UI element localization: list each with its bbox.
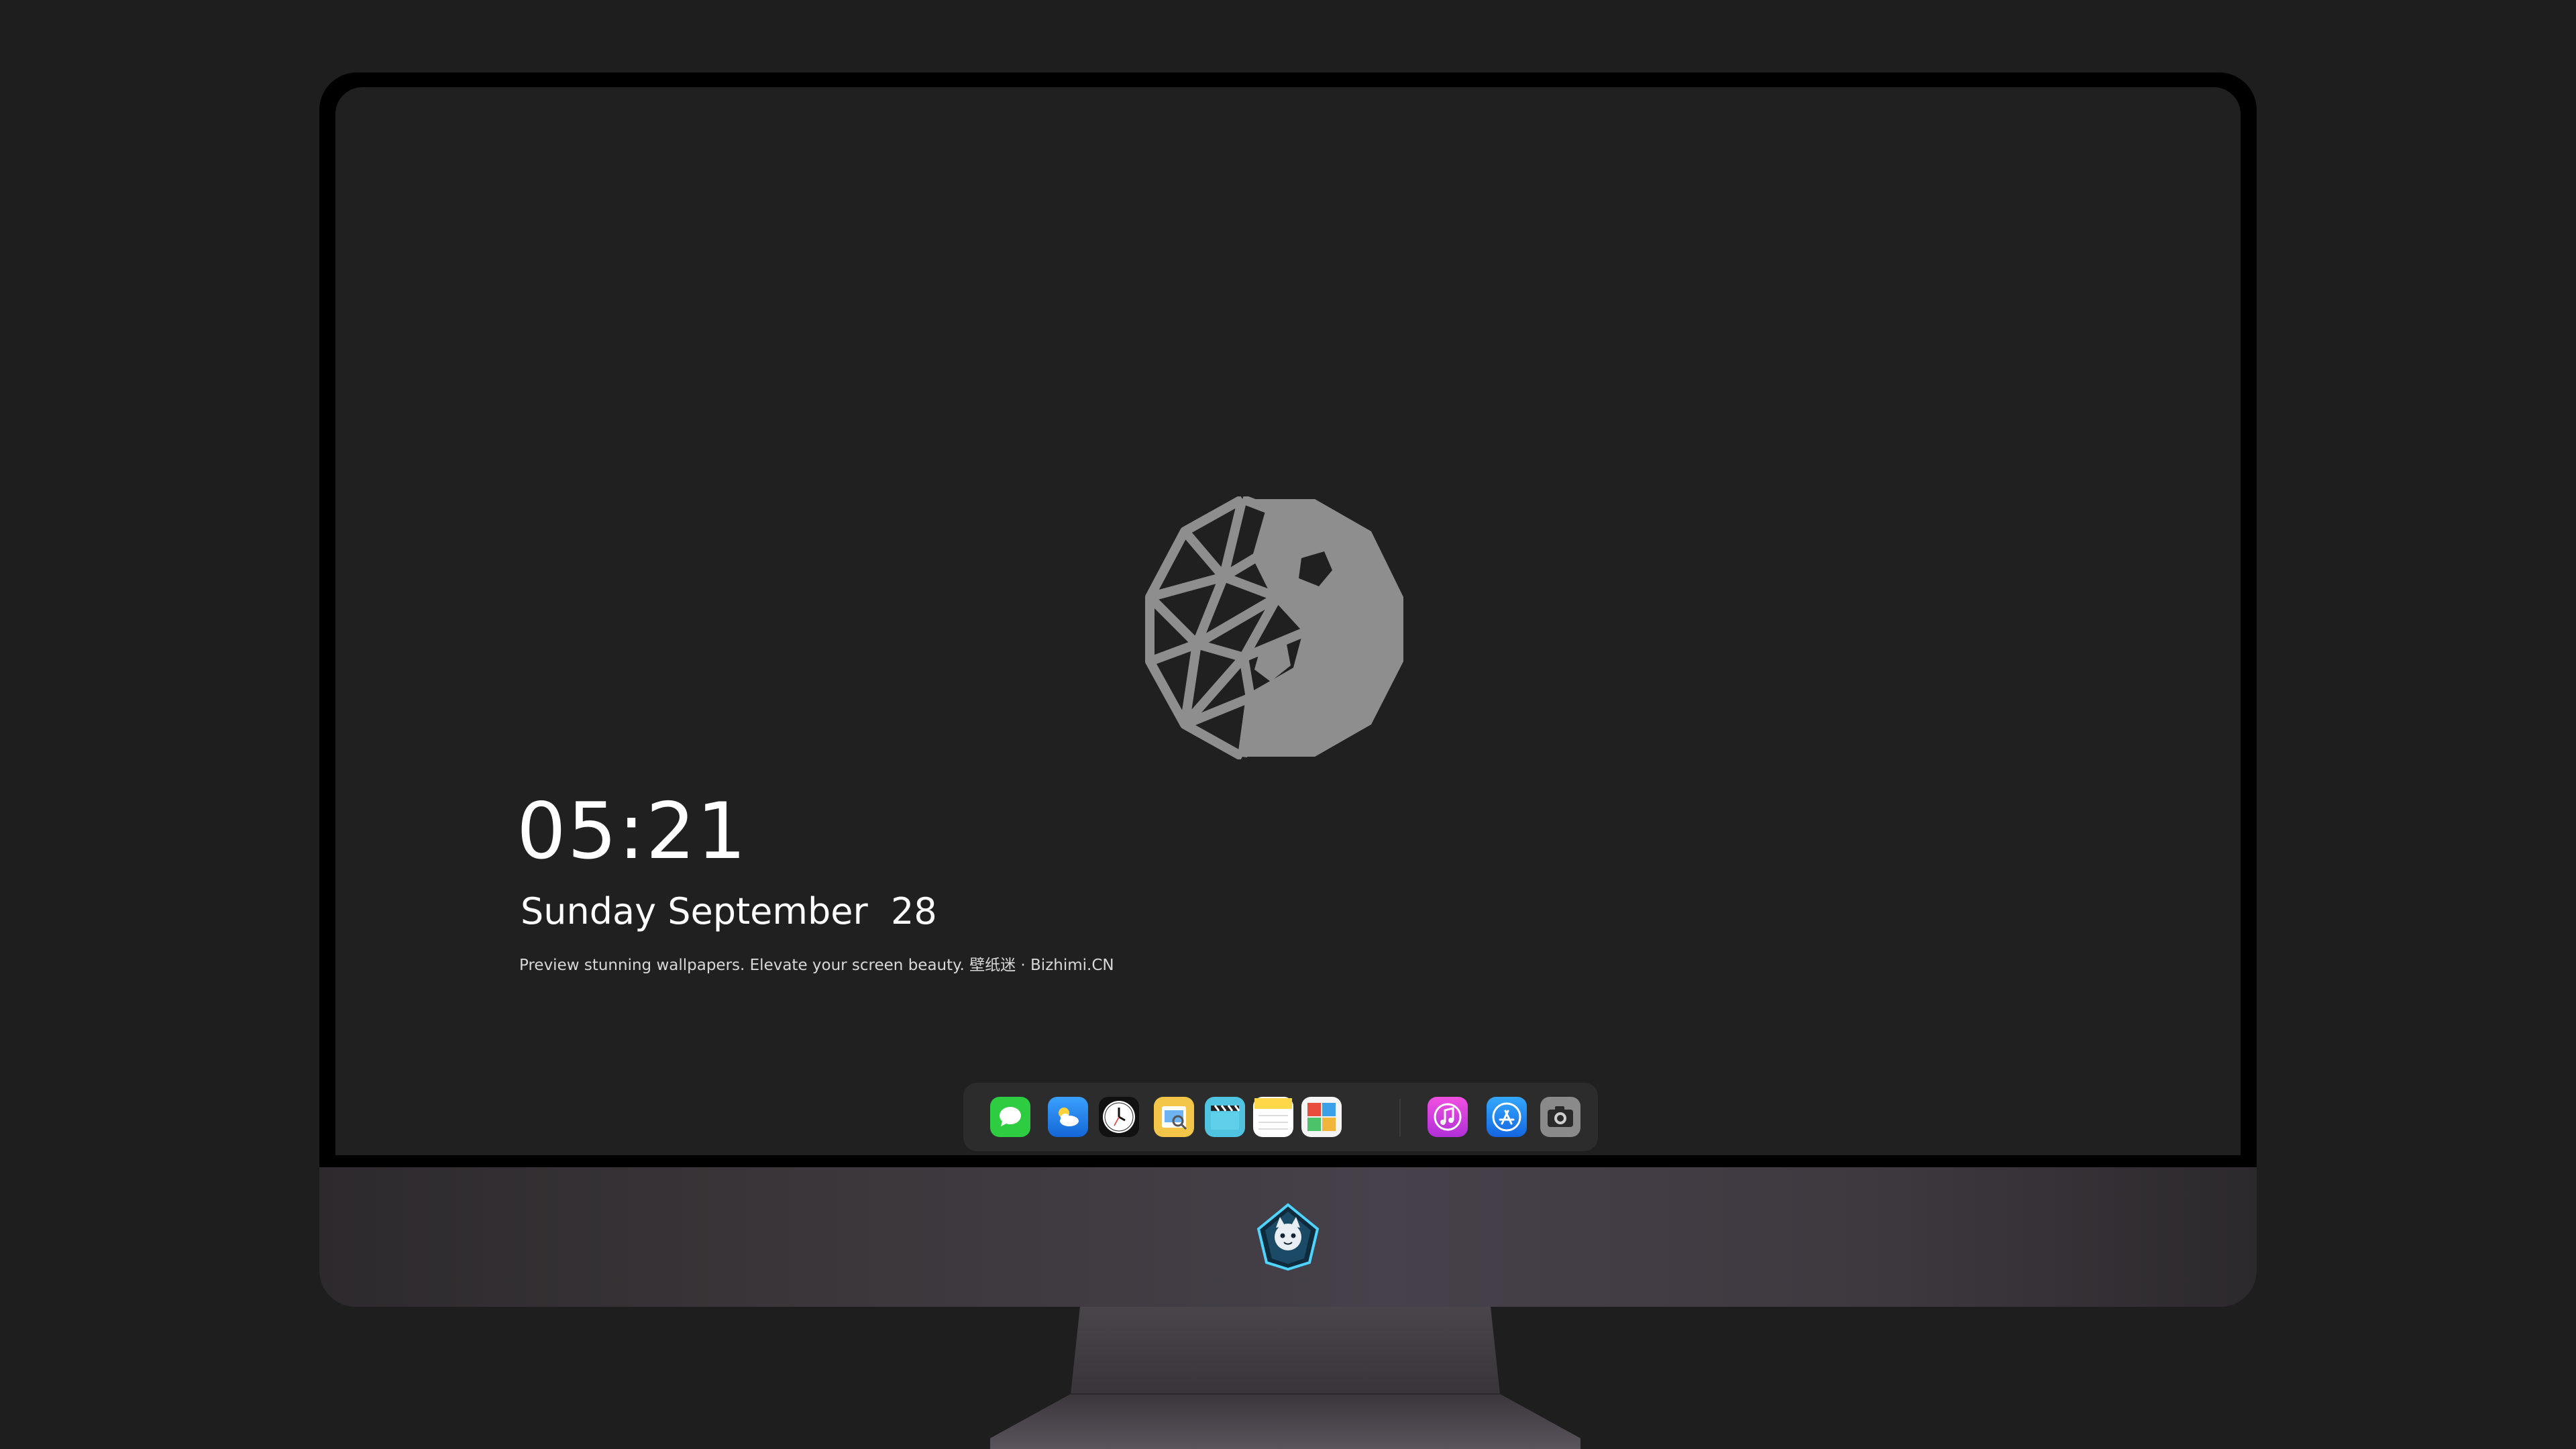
clock-date: Sunday September 28 xyxy=(521,890,937,932)
clapperboard-icon[interactable] xyxy=(1205,1097,1245,1137)
messages-icon[interactable] xyxy=(990,1097,1030,1137)
monitor-bezel: 05:21 Sunday September 28 Preview stunni… xyxy=(319,72,2257,1173)
monitor-stand xyxy=(990,1307,1580,1449)
clock-time: 05:21 xyxy=(517,786,748,877)
cat-mascot-badge-icon xyxy=(1256,1203,1320,1271)
clock-icon[interactable] xyxy=(1099,1097,1139,1137)
weather-icon[interactable] xyxy=(1048,1097,1088,1137)
camera-icon[interactable] xyxy=(1540,1097,1580,1137)
notes-icon[interactable] xyxy=(1253,1097,1293,1137)
monitor-screen: 05:21 Sunday September 28 Preview stunni… xyxy=(335,87,2241,1155)
app-store-icon[interactable] xyxy=(1487,1097,1527,1137)
dock-separator xyxy=(1399,1099,1401,1136)
photo-grid-icon[interactable] xyxy=(1301,1097,1342,1137)
preview-icon[interactable] xyxy=(1154,1097,1194,1137)
dock xyxy=(963,1083,1598,1151)
wallpaper-tagline: Preview stunning wallpapers. Elevate you… xyxy=(519,957,1114,974)
music-note-icon[interactable] xyxy=(1428,1097,1468,1137)
polygon-yin-yang-icon xyxy=(1145,496,1403,759)
desktop-backdrop: 05:21 Sunday September 28 Preview stunni… xyxy=(0,0,2576,1449)
